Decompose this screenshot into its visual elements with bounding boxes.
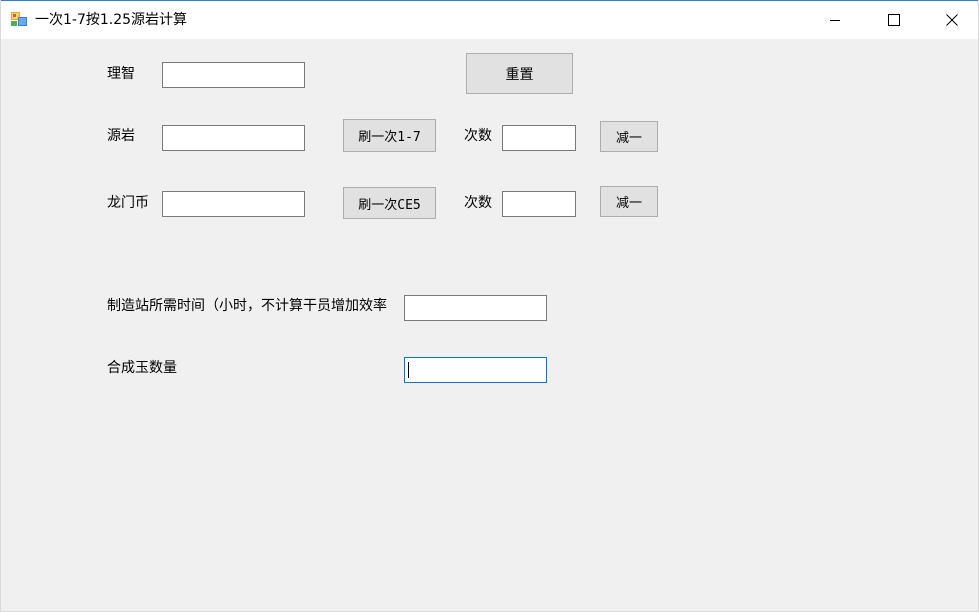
count2-input[interactable] [502, 191, 576, 217]
count1-label: 次数 [464, 128, 492, 144]
yuanyan-label: 源岩 [107, 128, 135, 144]
lizhi-input[interactable] [162, 62, 305, 88]
title-bar: 一次1-7按1.25源岩计算 [1, 0, 978, 39]
app-icon [11, 11, 27, 27]
count2-label: 次数 [464, 195, 492, 211]
close-button[interactable] [929, 1, 975, 39]
window-title: 一次1-7按1.25源岩计算 [35, 12, 188, 28]
longmenbi-input[interactable] [162, 191, 305, 217]
minimize-icon [830, 20, 840, 21]
jade-count-input[interactable] [404, 357, 547, 383]
minimize-button[interactable] [812, 1, 858, 39]
minus-one-button-1[interactable]: 减一 [600, 121, 658, 152]
text-caret [408, 362, 409, 378]
refresh-1-7-button[interactable]: 刷一次1-7 [343, 119, 436, 152]
factory-time-label: 制造站所需时间（小时，不计算干员增加效率 [107, 298, 387, 314]
close-icon [946, 14, 958, 26]
refresh-ce5-button[interactable]: 刷一次CE5 [343, 187, 436, 219]
reset-button[interactable]: 重置 [466, 53, 573, 94]
maximize-button[interactable] [871, 1, 917, 39]
app-window: 一次1-7按1.25源岩计算 理智 重置 源岩 刷一次1-7 次数 减一 龙门币… [0, 0, 979, 612]
minus-one-button-2[interactable]: 减一 [600, 186, 658, 217]
count1-input[interactable] [502, 125, 576, 151]
yuanyan-input[interactable] [162, 125, 305, 151]
jade-count-label: 合成玉数量 [107, 360, 177, 376]
maximize-icon [888, 14, 900, 26]
lizhi-label: 理智 [107, 66, 135, 82]
longmenbi-label: 龙门币 [107, 195, 149, 211]
factory-time-input[interactable] [404, 295, 547, 321]
